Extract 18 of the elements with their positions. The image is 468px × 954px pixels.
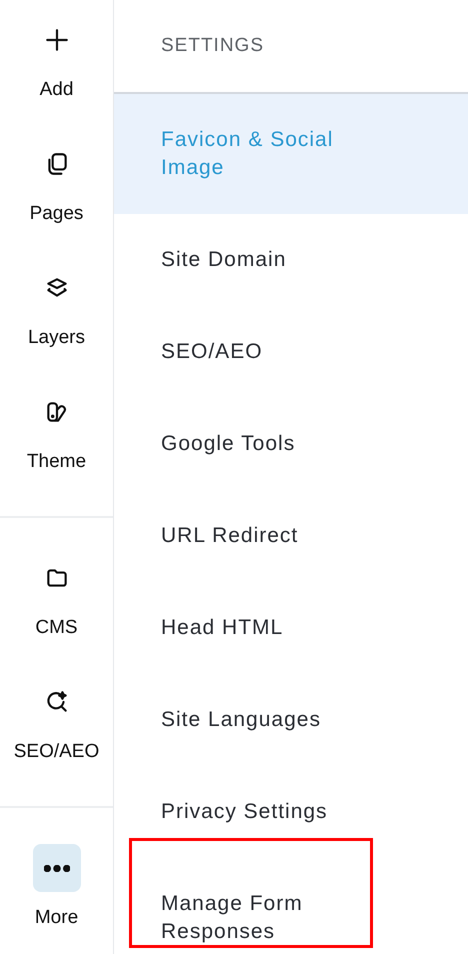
- rail-label[interactable]: Add: [40, 78, 74, 102]
- settings-item[interactable]: Google Tools: [114, 398, 468, 490]
- settings-item[interactable]: Site Domain: [114, 214, 468, 306]
- rail-button[interactable]: [32, 844, 80, 892]
- settings-item[interactable]: Privacy Settings: [114, 766, 468, 858]
- settings-item[interactable]: Head HTML: [114, 582, 468, 674]
- settings-item[interactable]: Site Languages: [114, 674, 468, 766]
- plus-icon: [44, 27, 70, 53]
- settings-item[interactable]: URL Redirect: [114, 490, 468, 582]
- rail-label[interactable]: Layers: [28, 326, 86, 350]
- rail-label[interactable]: CMS: [35, 616, 78, 640]
- settings-item[interactable]: SEO/AEO: [114, 306, 468, 398]
- rail-label[interactable]: SEO/AEO: [14, 740, 100, 764]
- rail-label[interactable]: More: [34, 906, 78, 930]
- rail-label[interactable]: Theme: [26, 450, 86, 474]
- rail-label[interactable]: Pages: [30, 202, 84, 226]
- more-icon: [44, 864, 70, 872]
- settings-item[interactable]: Manage Form Responses: [114, 858, 468, 954]
